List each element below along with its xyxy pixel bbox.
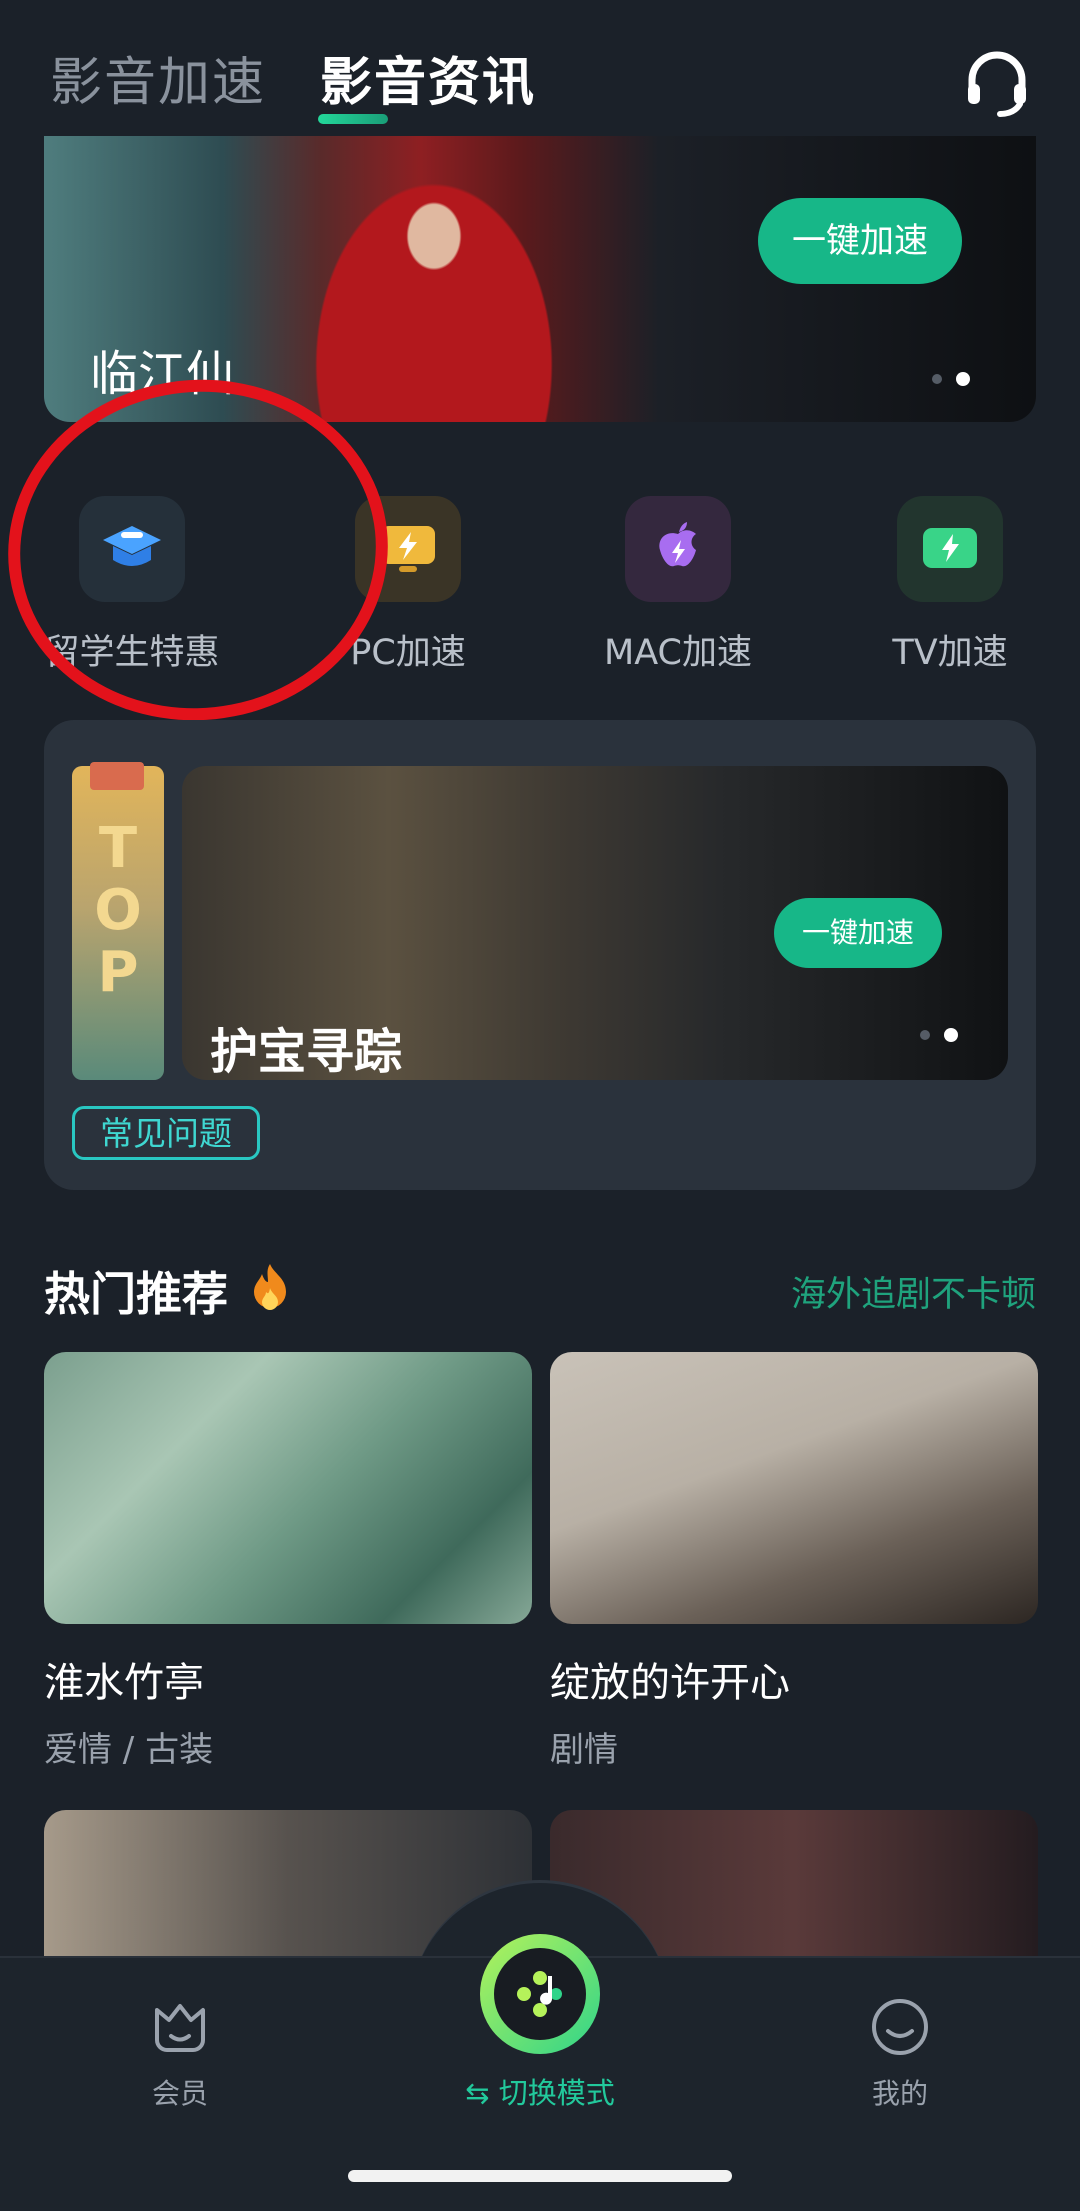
quick-action-label: MAC加速 xyxy=(604,633,752,673)
home-indicator[interactable] xyxy=(348,2170,732,2182)
carousel-dots xyxy=(920,1028,958,1042)
top-tag-letter: P xyxy=(97,940,139,1005)
drama-poster[interactable] xyxy=(44,1352,532,1624)
quick-action-mac[interactable]: MAC加速 xyxy=(568,496,788,675)
switch-mode-button[interactable] xyxy=(480,1934,600,2054)
drama-genre: 剧情 xyxy=(550,1730,618,1770)
carousel-dot-active xyxy=(944,1028,958,1042)
drama-title[interactable]: 绽放的许开心 xyxy=(550,1650,790,1708)
carousel-dot-active xyxy=(956,372,970,386)
headset-icon[interactable] xyxy=(962,48,1032,118)
top-tag: T O P xyxy=(72,762,164,1080)
tv-lightning-icon xyxy=(897,496,1003,602)
tab-media-news[interactable]: 影音资讯 xyxy=(320,40,536,115)
nav-mine[interactable]: 我的 xyxy=(800,1996,1000,2112)
nav-member[interactable]: 会员 xyxy=(80,1996,280,2112)
ribbon-icon xyxy=(90,762,144,790)
drama-genre: 爱情 / 古装 xyxy=(44,1730,214,1770)
drama-poster[interactable] xyxy=(550,1352,1038,1624)
carousel-dot xyxy=(920,1030,930,1040)
carousel-dots xyxy=(932,372,970,386)
fire-icon xyxy=(254,1264,286,1310)
top-banner-title: 护宝寻踪 xyxy=(210,1024,403,1080)
carousel-dot xyxy=(932,374,942,384)
nav-member-label: 会员 xyxy=(151,2077,208,2110)
hot-section-title: 热门推荐 xyxy=(44,1267,228,1321)
switch-mode-label[interactable]: ⇆ 切换模式 xyxy=(440,2070,640,2112)
top-tag-letter: O xyxy=(94,878,142,943)
smiley-icon xyxy=(872,1999,928,2055)
quick-action-tv[interactable]: TV加速 xyxy=(840,496,1060,675)
apple-icon xyxy=(625,496,731,602)
hot-section-subtitle[interactable]: 海外追剧不卡顿 xyxy=(791,1266,1036,1317)
top-banner[interactable]: 护宝寻踪 一键加速 xyxy=(182,766,1008,1080)
faq-button[interactable]: 常见问题 xyxy=(72,1106,260,1160)
nav-mine-label: 我的 xyxy=(871,2077,928,2110)
banner-image xyxy=(284,136,584,422)
music-disc-icon xyxy=(494,1948,586,2040)
one-click-accelerate-button[interactable]: 一键加速 xyxy=(774,898,942,968)
active-tab-indicator xyxy=(318,114,388,124)
crown-face-icon xyxy=(155,2004,205,2052)
tab-media-accelerate[interactable]: 影音加速 xyxy=(50,40,266,115)
top-tag-letter: T xyxy=(98,816,138,881)
quick-action-label: TV加速 xyxy=(892,633,1008,673)
one-click-accelerate-button[interactable]: 一键加速 xyxy=(758,198,962,284)
drama-title[interactable]: 淮水竹亭 xyxy=(44,1650,204,1708)
